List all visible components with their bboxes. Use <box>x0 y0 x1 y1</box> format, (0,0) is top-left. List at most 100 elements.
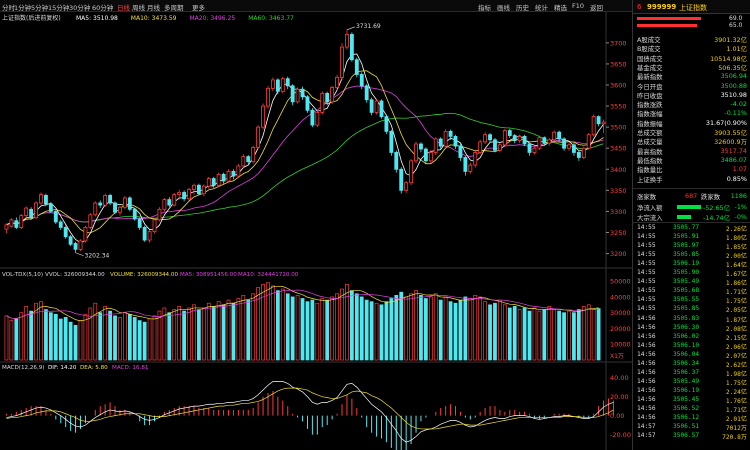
tick-row[interactable]: 14:55 3506.19 1.64亿 <box>637 260 747 269</box>
stat-value: 0.85% <box>726 174 747 183</box>
tick-row[interactable]: 14:57 3506.51 7012万 <box>637 423 747 432</box>
stat-value: -0.11% <box>724 109 747 118</box>
volume-bar <box>142 321 147 361</box>
tick-time: 14:55 <box>637 233 656 241</box>
volume-bar <box>280 288 285 361</box>
candle-up <box>547 139 552 144</box>
vol-tick-label: 20000 <box>610 325 631 333</box>
price-tick-label: 3400 <box>610 166 627 174</box>
candle-up <box>88 214 93 228</box>
kline-chart[interactable]: 3700 3650 3600 3550 3500 3450 3400 3350 3300 3250… <box>0 0 632 450</box>
stat-row-6: 昨日收盘 3510.98 <box>637 91 747 100</box>
volume-bar <box>433 293 438 361</box>
volume-bar <box>236 298 241 361</box>
tick-row[interactable]: 14:56 3506.10 2.06亿 <box>637 342 747 351</box>
volume-bar <box>78 320 83 361</box>
price-tick-label: 3450 <box>610 145 627 153</box>
candle-down <box>389 130 394 153</box>
tick-row[interactable]: 14:56 3505.83 1.87亿 <box>637 315 747 324</box>
volume-bar <box>364 299 369 361</box>
tick-row[interactable]: 14:55 3505.68 1.71亿 <box>637 287 747 296</box>
tick-row[interactable]: 14:56 3506.52 1.71亿 <box>637 405 747 414</box>
volume-bar <box>537 310 542 361</box>
candle-down <box>142 227 147 241</box>
volume-bar <box>448 301 453 361</box>
tick-row[interactable]: 14:55 3505.85 2.05亿 <box>637 305 747 314</box>
tick-row[interactable]: 14:56 3505.45 1.76亿 <box>637 396 747 405</box>
candle-up <box>340 46 344 78</box>
vol-tick-label: 40000 <box>610 293 631 301</box>
vol-legend-1: VVOL: 326009344.00 <box>45 272 105 278</box>
price-tick-label: 3600 <box>610 82 627 90</box>
price-tick-label: 3550 <box>610 103 627 111</box>
ratio-pct-2: 65.0 <box>729 22 743 29</box>
high-marker-line <box>346 26 356 31</box>
tick-row[interactable]: 14:56 3506.34 2.62亿 <box>637 360 747 369</box>
candle-down <box>384 116 389 132</box>
volume-bar <box>320 298 325 361</box>
volume-bar <box>48 312 53 361</box>
candle-up <box>103 195 108 206</box>
volume-bar <box>108 310 112 361</box>
candle-up <box>118 206 122 213</box>
tick-row[interactable]: 14:57 3506.57 720.8万 <box>637 432 747 441</box>
candle-up <box>552 131 557 141</box>
volume-bar <box>83 313 88 361</box>
tick-row[interactable]: 14:55 3505.49 1.86亿 <box>637 278 747 287</box>
volume-bar <box>576 309 581 361</box>
candle-down <box>196 184 201 195</box>
candle-down <box>14 220 19 228</box>
flow-label: 大宗流入 <box>637 213 663 222</box>
macd-tick-label: 0.00 <box>610 412 624 420</box>
volume-bar <box>271 285 275 361</box>
ratio-pct-1: 69.0 <box>729 15 743 22</box>
candle-down <box>562 138 566 149</box>
tick-row[interactable]: 14:56 3506.19 2.24亿 <box>637 387 747 396</box>
stat-row-15: 上证换手 0.85% <box>637 174 747 184</box>
stat-label: 总成交额 <box>637 129 663 137</box>
tick-row[interactable]: 14:55 3505.97 1.85亿 <box>637 242 747 251</box>
stat-value: 3901.32亿 <box>714 36 747 44</box>
stat-value: 3903.55亿 <box>714 129 747 137</box>
tick-row[interactable]: 14:56 3506.04 2.07亿 <box>637 351 747 360</box>
stat-label: 基金成交 <box>637 63 663 72</box>
candle-up <box>330 87 335 103</box>
tick-price: 3505.49 <box>673 278 700 286</box>
candle-down <box>557 131 562 140</box>
volume-bar <box>93 302 98 361</box>
candle-up <box>280 78 285 92</box>
tick-row[interactable]: 14:55 3505.55 1.75亿 <box>637 296 747 305</box>
tick-row[interactable]: 14:55 3505.91 1.80亿 <box>637 233 747 242</box>
tick-row[interactable]: 14:56 3505.49 1.75亿 <box>637 378 747 387</box>
tick-row[interactable]: 14:56 3506.12 2.01亿 <box>637 414 747 423</box>
tick-price: 3505.68 <box>673 287 700 295</box>
volume-bar <box>325 299 330 361</box>
tick-row[interactable]: 14:56 3506.30 2.08亿 <box>637 324 747 333</box>
stat-row-2: 国债成交 10514.98亿 <box>637 54 747 63</box>
candle-down <box>325 93 330 103</box>
candle-down <box>300 88 305 98</box>
stat-label: B股成交 <box>637 45 661 54</box>
tick-volume: 1.98亿 <box>725 370 747 378</box>
tick-row[interactable]: 14:56 3506.02 2.15亿 <box>637 333 747 342</box>
volume-bar <box>586 304 591 361</box>
stat-row-3: 基金成交 506.35亿 <box>637 63 747 72</box>
candle-up <box>187 189 191 200</box>
candle-down <box>127 197 132 210</box>
tick-price: 3505.85 <box>673 251 700 259</box>
volume-bar <box>379 304 384 361</box>
stat-row-13: 最低指数 3486.07 <box>637 156 747 165</box>
candle-up <box>152 219 157 233</box>
volume-bar <box>58 318 63 361</box>
tick-row[interactable]: 14:55 3505.85 2.00亿 <box>637 251 747 260</box>
tick-row[interactable]: 14:55 3505.77 2.26亿 <box>637 224 747 233</box>
stat-row-0: A股成交 3901.32亿 <box>637 35 747 44</box>
volume-bar <box>502 304 507 361</box>
candle-up <box>201 185 206 195</box>
tick-row[interactable]: 14:56 3506.37 1.98亿 <box>637 369 747 378</box>
tick-row[interactable]: 14:55 3505.90 1.67亿 <box>637 269 747 278</box>
candle-down <box>438 138 443 147</box>
volume-bar <box>473 294 478 361</box>
tick-time: 14:55 <box>637 269 656 277</box>
volume-bar <box>453 302 458 361</box>
